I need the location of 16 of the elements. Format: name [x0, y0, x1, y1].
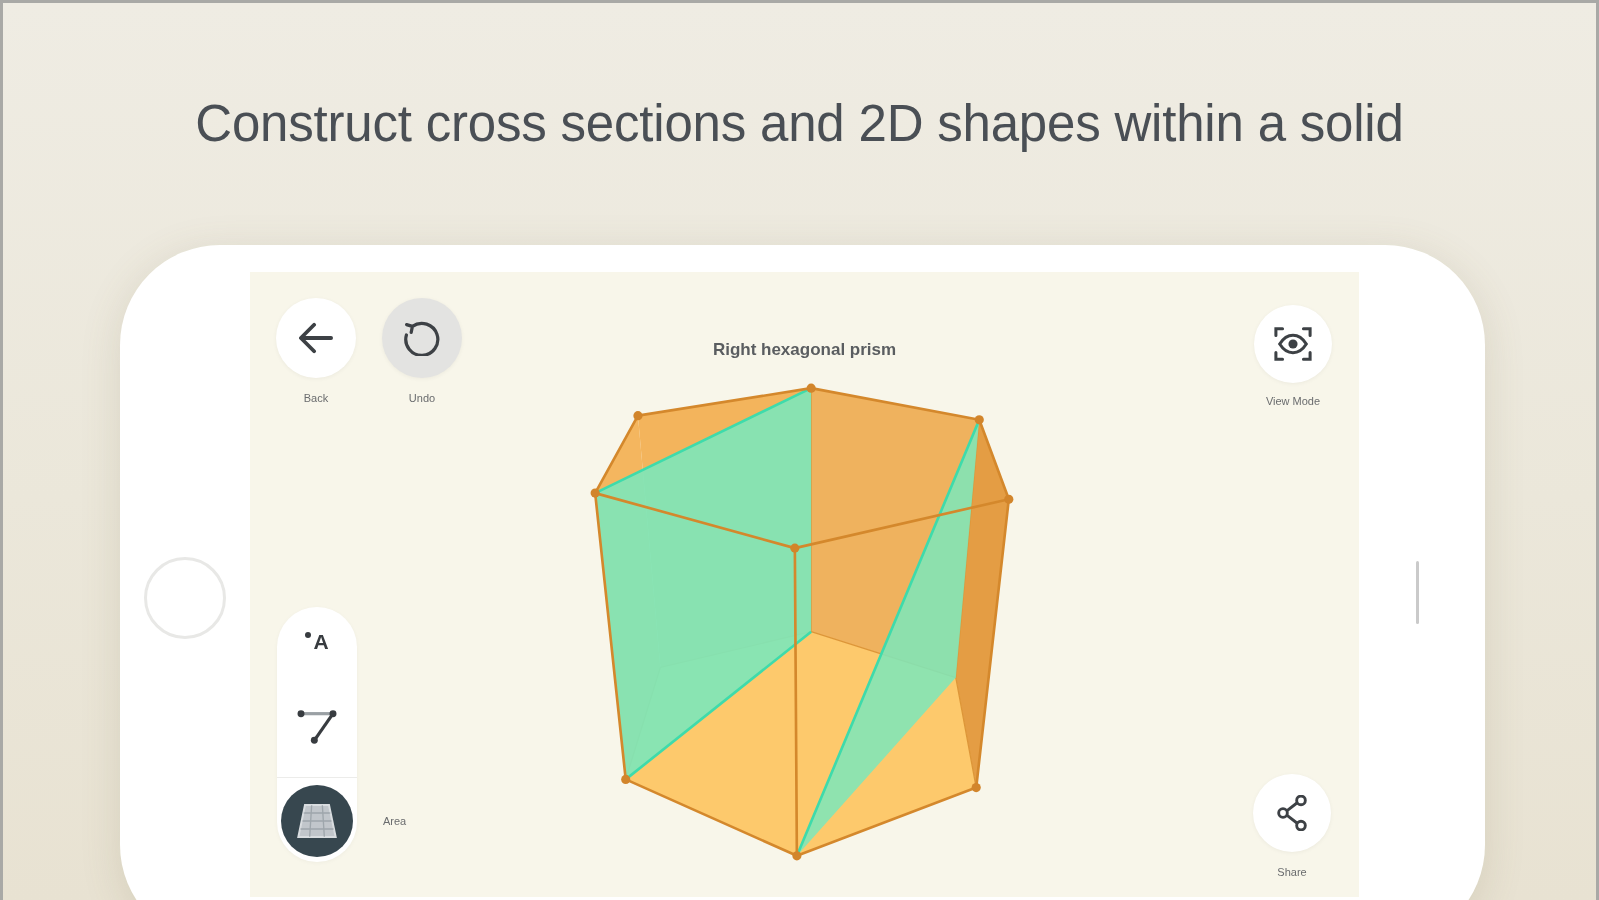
headline: Construct cross sections and 2D shapes within a solid: [195, 94, 1404, 154]
side-indicator: [1416, 561, 1419, 624]
area-tool-button[interactable]: [281, 784, 353, 857]
dot-icon: [305, 632, 312, 638]
button-caption: Undo: [408, 391, 436, 405]
figure-title: Right hexagonal prism: [712, 340, 897, 360]
back-arrow-icon: [299, 321, 333, 355]
undo-icon: [404, 320, 440, 356]
button-caption: View Mode: [1265, 394, 1321, 408]
button-caption: Share: [1277, 865, 1307, 879]
button-caption: Back: [303, 391, 329, 405]
eye-icon: [1274, 325, 1312, 363]
tool-caption: Area: [383, 813, 407, 828]
polyline-icon: [297, 707, 337, 747]
share-icon: [1274, 795, 1310, 831]
label-tool-button[interactable]: A: [290, 615, 344, 669]
